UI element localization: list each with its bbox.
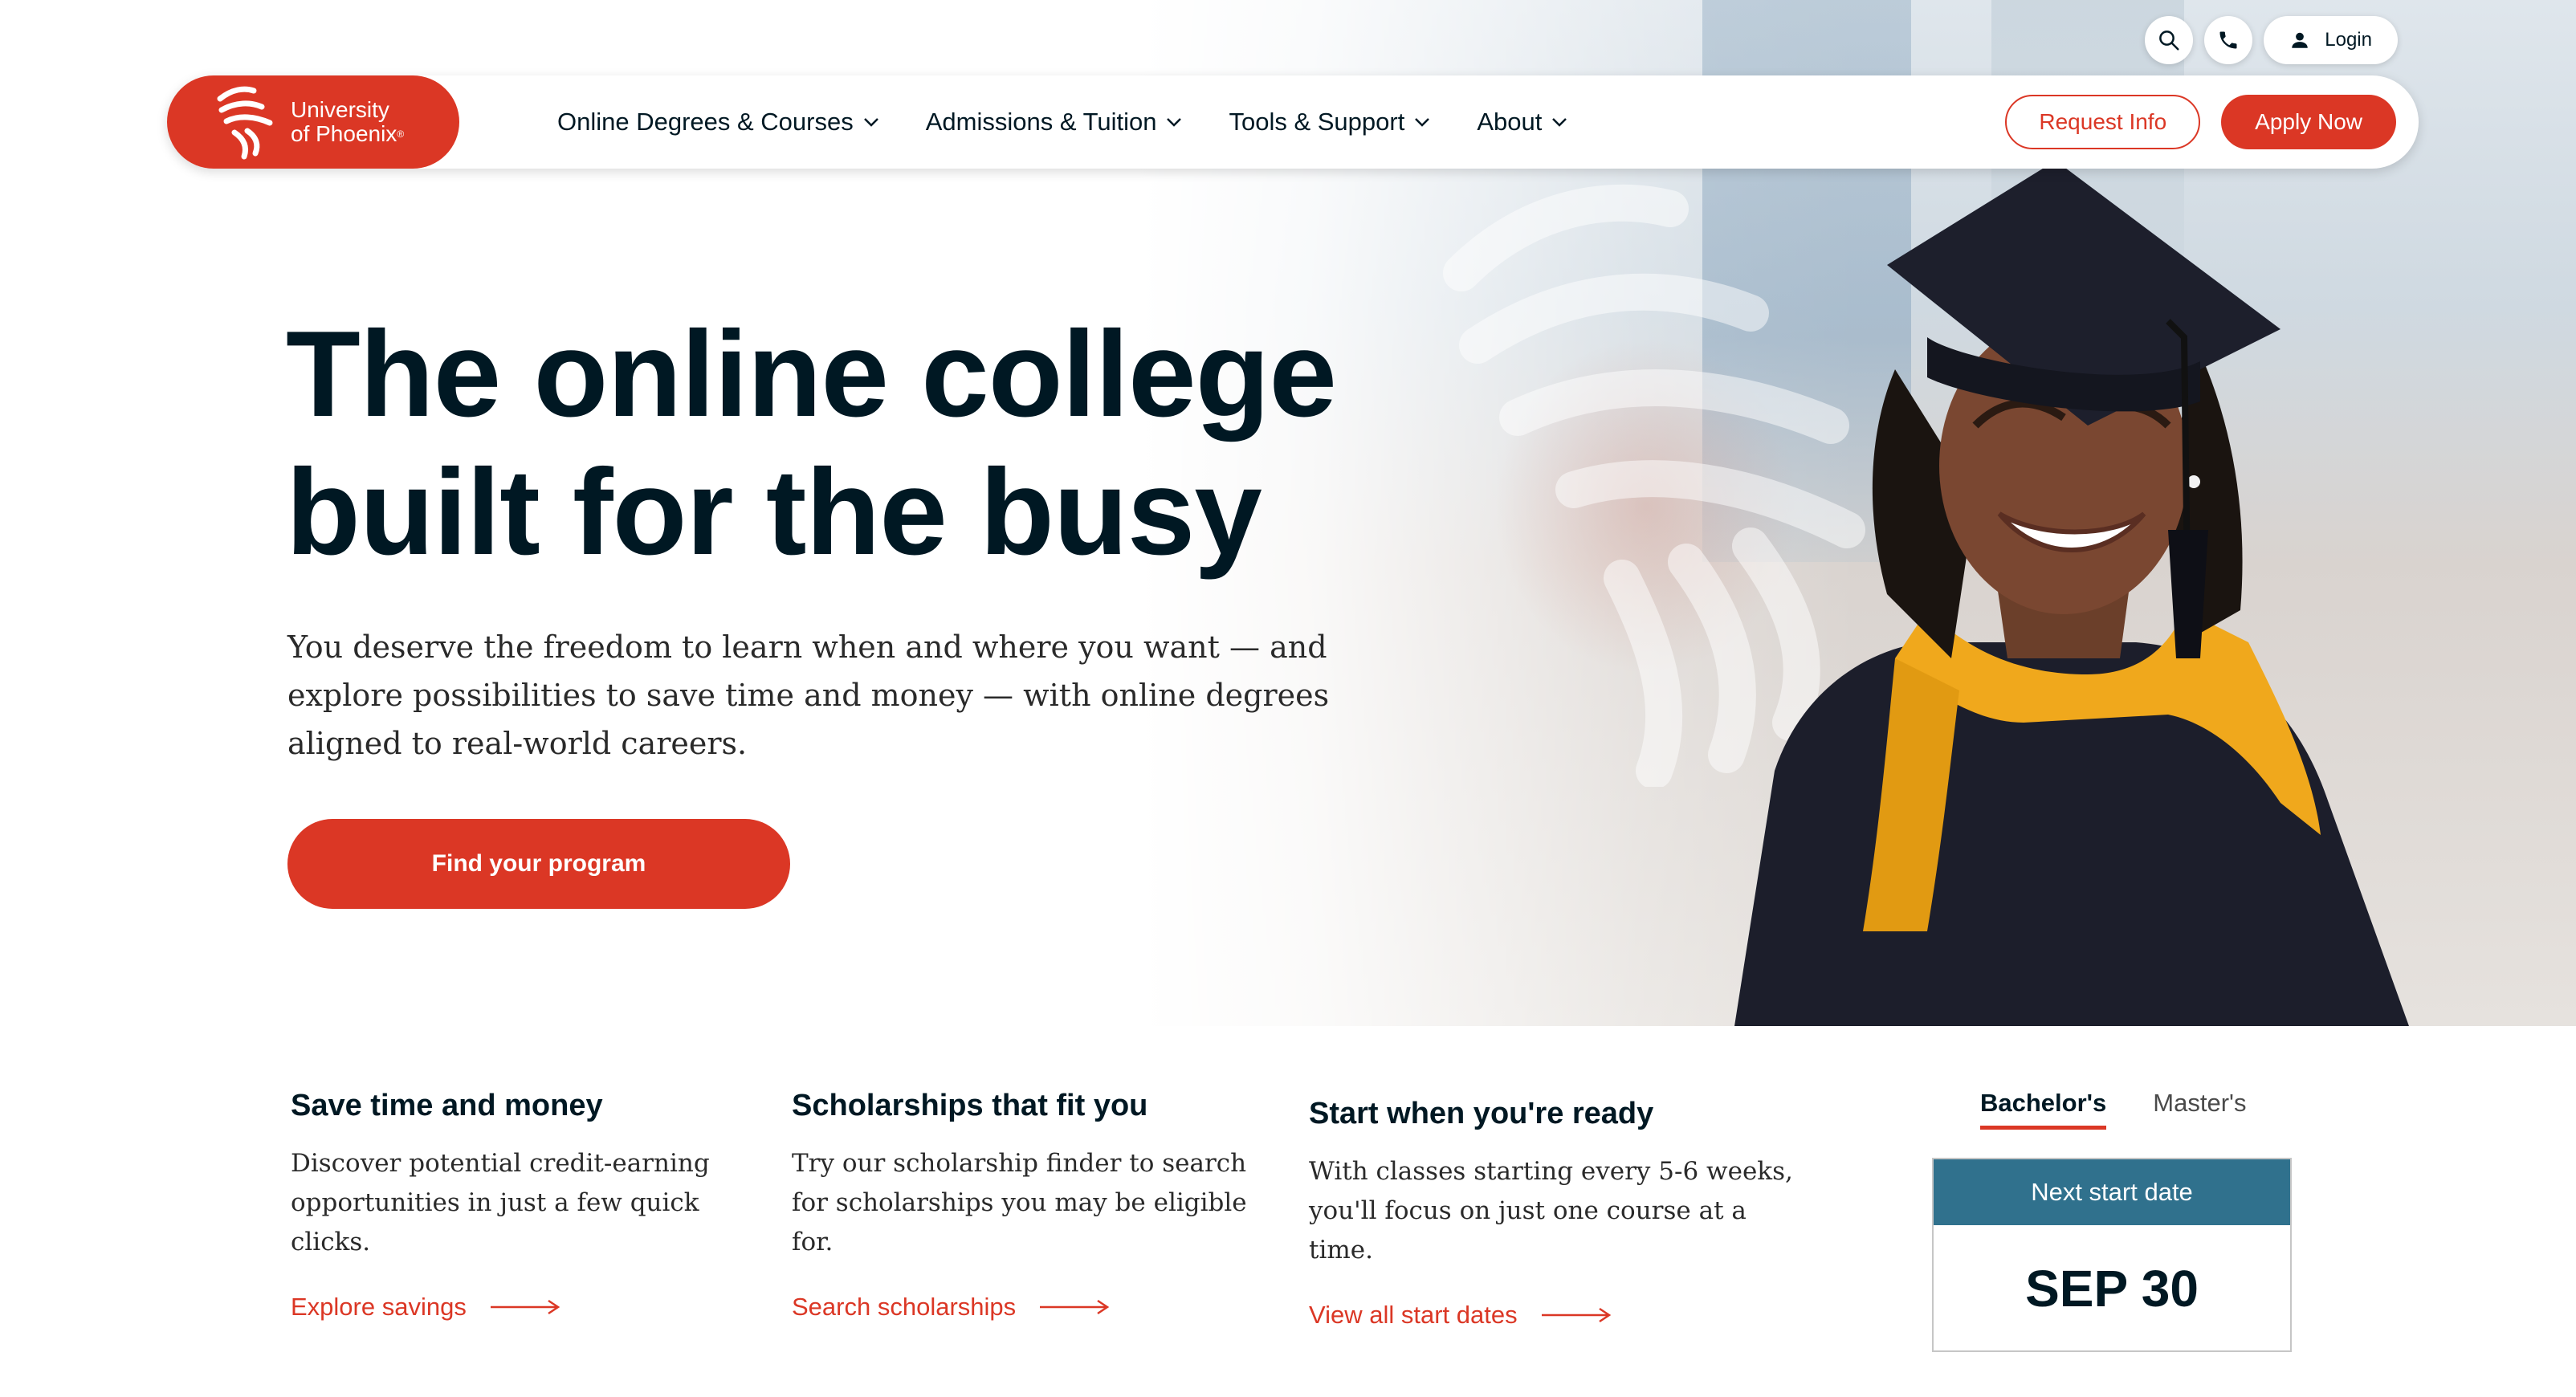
feature-title: Scholarships that fit you <box>792 1089 1148 1122</box>
university-logo-text: University of Phoenix® <box>291 98 404 146</box>
user-icon <box>2292 32 2309 48</box>
login-button[interactable]: Login <box>2264 16 2398 64</box>
hero-title-line-1: The online college <box>286 306 1337 442</box>
nav-item-admissions[interactable]: Admissions & Tuition <box>926 108 1183 136</box>
nav-item-tools-support[interactable]: Tools & Support <box>1229 108 1430 136</box>
university-logo[interactable]: University of Phoenix® <box>167 75 459 169</box>
hero-subtitle: You deserve the freedom to learn when an… <box>287 629 1330 761</box>
logo-line-2: of Phoenix® <box>291 122 404 146</box>
logo-line-1: University <box>291 97 389 122</box>
nav-menu: Online Degrees & Courses Admissions & Tu… <box>557 75 1567 169</box>
arrow-right-icon <box>490 1299 560 1315</box>
feature-text: Discover potential credit-earning opport… <box>291 1149 710 1256</box>
tab-masters[interactable]: Master's <box>2153 1089 2246 1130</box>
tab-bachelors[interactable]: Bachelor's <box>1980 1089 2107 1130</box>
phoenix-logo-icon <box>217 86 273 160</box>
graduate-photo <box>1734 161 2409 1026</box>
main-navbar: University of Phoenix® Online Degrees & … <box>167 75 2419 169</box>
feature-text: Try our scholarship finder to search for… <box>792 1149 1247 1256</box>
next-start-date-heading: Next start date <box>1934 1159 2290 1225</box>
chevron-down-icon <box>863 118 878 127</box>
nav-item-label: Online Degrees & Courses <box>557 108 854 136</box>
arrow-right-icon <box>1541 1307 1611 1323</box>
search-icon <box>2159 31 2179 51</box>
feature-title: Save time and money <box>291 1089 603 1122</box>
nav-item-label: Tools & Support <box>1229 108 1405 136</box>
logo-line-2-text: of Phoenix <box>291 121 397 146</box>
view-start-dates-link[interactable]: View all start dates <box>1309 1301 1807 1330</box>
phone-icon <box>2219 31 2237 49</box>
login-label: Login <box>2325 29 2372 51</box>
feature-text: With classes starting every 5-6 weeks, y… <box>1309 1157 1793 1265</box>
next-start-date-value: SEP 30 <box>2025 1260 2199 1318</box>
nav-item-online-degrees[interactable]: Online Degrees & Courses <box>557 108 879 136</box>
apply-now-button[interactable]: Apply Now <box>2221 95 2396 149</box>
degree-level-tabs: Bachelor's Master's <box>1980 1089 2246 1130</box>
explore-savings-link[interactable]: Explore savings <box>291 1293 772 1322</box>
nav-item-about[interactable]: About <box>1477 108 1567 136</box>
link-label: Explore savings <box>291 1293 467 1321</box>
phone-button[interactable] <box>2204 16 2253 64</box>
feature-save-time: Save time and money Discover potential c… <box>291 1089 772 1322</box>
request-info-button[interactable]: Request Info <box>2005 95 2201 149</box>
search-button[interactable] <box>2145 16 2194 64</box>
hero-title-line-2: built for the busy <box>286 444 1262 580</box>
feature-title: Start when you're ready <box>1309 1097 1654 1130</box>
search-scholarships-link[interactable]: Search scholarships <box>792 1293 1274 1322</box>
utility-bar: Login <box>2145 16 2398 64</box>
nav-item-label: Admissions & Tuition <box>925 108 1157 136</box>
feature-scholarships: Scholarships that fit you Try our schola… <box>792 1089 1274 1322</box>
find-program-button[interactable]: Find your program <box>287 819 790 909</box>
nav-item-label: About <box>1477 108 1543 136</box>
registered-mark: ® <box>397 128 405 140</box>
chevron-down-icon <box>1167 118 1182 127</box>
chevron-down-icon <box>1552 118 1567 127</box>
arrow-right-icon <box>1040 1299 1110 1315</box>
link-label: View all start dates <box>1309 1301 1518 1329</box>
chevron-down-icon <box>1415 118 1430 127</box>
nav-actions: Request Info Apply Now <box>2005 95 2396 149</box>
next-start-date-card: Next start date SEP 30 <box>1932 1158 2292 1352</box>
feature-start-ready: Start when you're ready With classes sta… <box>1309 1097 1807 1330</box>
link-label: Search scholarships <box>792 1293 1017 1321</box>
hero-title: The online college built for the busy <box>286 305 1410 581</box>
